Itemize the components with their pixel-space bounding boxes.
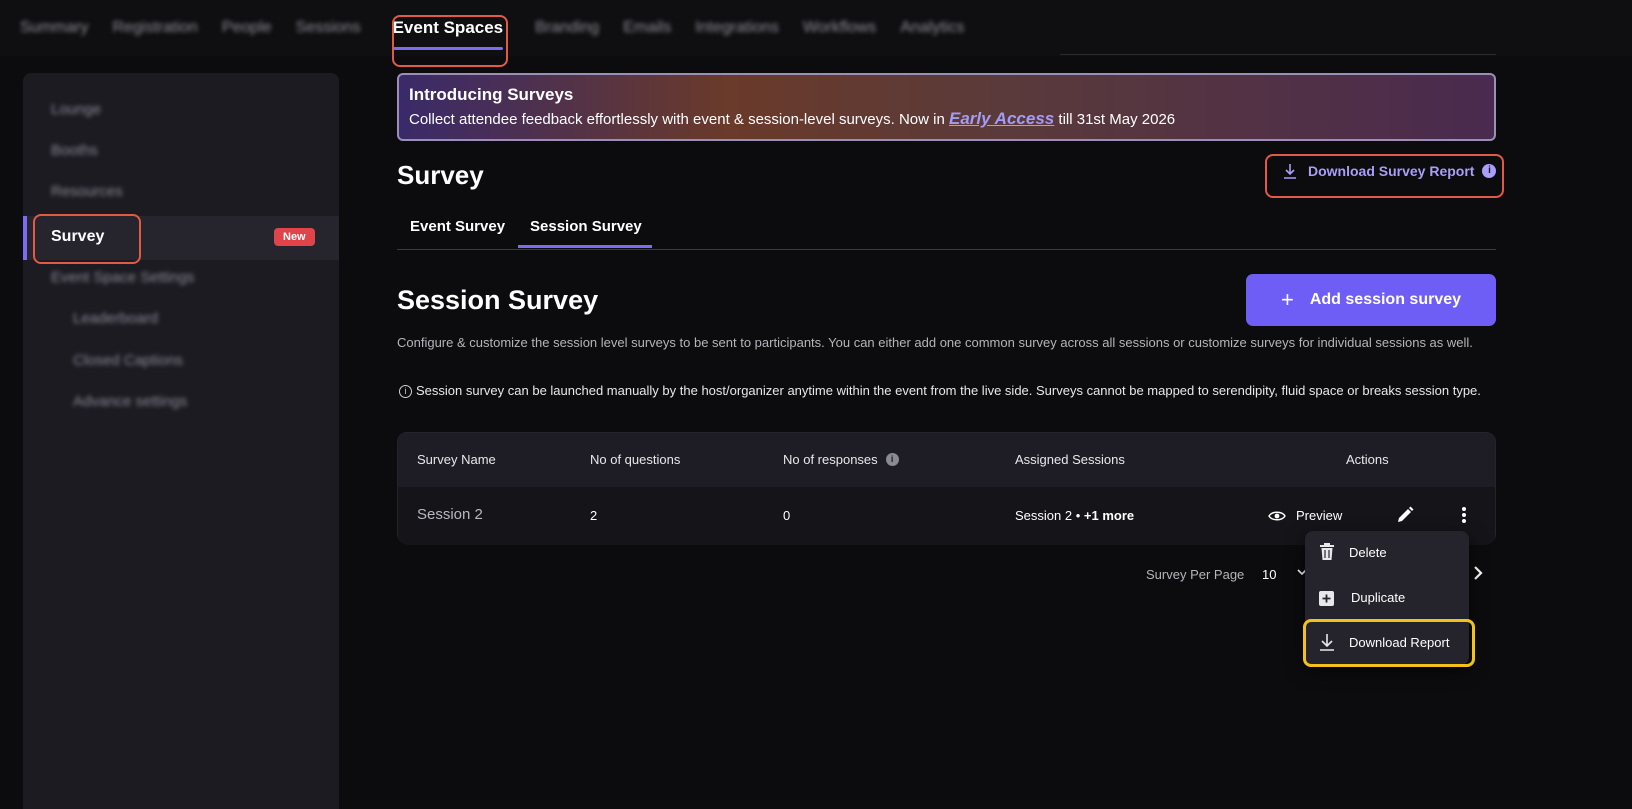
cell-responses: 0 — [783, 508, 791, 523]
duplicate-icon — [1319, 591, 1334, 606]
survey-tabs: Event Survey Session Survey — [397, 205, 1496, 250]
chevron-right-icon[interactable] — [1472, 565, 1484, 581]
top-nav-items: Summary Registration People Sessions Eve… — [20, 0, 988, 56]
sidebar-active-bar — [23, 216, 27, 260]
info-circle-icon: i — [399, 385, 412, 398]
page-title: Survey — [397, 160, 484, 190]
sidebar-item-label: Survey — [51, 228, 105, 245]
tab-session-survey[interactable]: Session Survey — [530, 218, 642, 235]
menu-item-duplicate[interactable]: Duplicate — [1305, 576, 1469, 618]
header-assigned-sessions: Assigned Sessions — [1015, 452, 1125, 467]
download-survey-report-label: Download Survey Report — [1308, 163, 1475, 179]
sidebar-item-resources[interactable]: Resources — [51, 183, 123, 200]
pager-label: Survey Per Page — [1146, 567, 1245, 582]
section-title: Session Survey — [397, 285, 599, 315]
section-description: Configure & customize the session level … — [397, 335, 1473, 350]
sidebar-item-booths[interactable]: Booths — [51, 142, 98, 159]
sidebar-item-event-space-settings[interactable]: Event Space Settings — [51, 269, 194, 286]
add-session-survey-button[interactable]: + Add session survey — [1246, 274, 1496, 326]
sidebar-item-advance-settings[interactable]: Advance settings — [73, 393, 187, 410]
download-icon — [1284, 164, 1296, 179]
header-no-of-responses-label: No of responses — [783, 452, 878, 467]
sidebar-item-leaderboard[interactable]: Leaderboard — [73, 310, 158, 327]
tab-sessions[interactable]: Sessions — [296, 19, 361, 37]
survey-table: Survey Name No of questions No of respon… — [397, 432, 1496, 545]
section-note: i Session survey can be launched manuall… — [399, 382, 1489, 400]
banner-title: Introducing Surveys — [409, 85, 574, 104]
sidebar-item-survey[interactable]: Survey New — [23, 216, 339, 260]
cell-questions: 2 — [590, 508, 598, 523]
header-actions: Actions — [1346, 452, 1389, 467]
active-tab-underline — [518, 245, 652, 248]
nav-divider — [1060, 54, 1496, 55]
sidebar-item-closed-captions[interactable]: Closed Captions — [73, 352, 183, 369]
tab-event-survey[interactable]: Event Survey — [410, 218, 505, 235]
preview-button[interactable]: Preview — [1268, 508, 1342, 523]
tab-event-spaces[interactable]: Event Spaces — [385, 18, 512, 50]
menu-item-label: Download Report — [1349, 634, 1450, 650]
sidebar-item-lounge[interactable]: Lounge — [51, 101, 101, 118]
banner-text-after: till 31st May 2026 — [1058, 111, 1176, 128]
tab-workflows[interactable]: Workflows — [803, 19, 877, 37]
plus-icon: + — [1280, 287, 1294, 312]
row-actions-menu: Delete Duplicate Download Report — [1305, 531, 1469, 665]
pencil-icon[interactable] — [1395, 505, 1415, 525]
eye-icon — [1268, 511, 1286, 520]
table-header: Survey Name No of questions No of respon… — [398, 433, 1495, 487]
responses-info-icon[interactable]: i — [885, 453, 899, 466]
more-vertical-icon[interactable] — [1460, 505, 1468, 525]
header-survey-name: Survey Name — [417, 452, 496, 467]
early-access-link[interactable]: Early Access — [949, 109, 1054, 128]
tab-emails[interactable]: Emails — [623, 19, 671, 37]
per-page-select[interactable]: 10 — [1262, 567, 1276, 582]
cell-assigned-sessions: Session 2 • +1 more — [1015, 508, 1134, 523]
menu-item-label: Delete — [1349, 544, 1387, 560]
new-badge: New — [274, 228, 315, 246]
header-no-of-responses: No of responses i — [783, 452, 899, 467]
tab-people[interactable]: People — [222, 19, 272, 37]
preview-label: Preview — [1296, 508, 1343, 523]
menu-item-label: Duplicate — [1351, 589, 1406, 605]
intro-banner: Introducing Surveys Collect attendee fee… — [397, 73, 1496, 141]
sidebar: Lounge Booths Resources Survey New Event… — [23, 73, 339, 809]
header-no-of-questions: No of questions — [590, 452, 681, 467]
banner-text: Collect attendee feedback effortlessly w… — [409, 109, 1484, 129]
tab-analytics[interactable]: Analytics — [900, 19, 964, 37]
more-sessions-link[interactable]: +1 more — [1084, 508, 1134, 523]
trash-icon — [1320, 543, 1334, 560]
tab-summary[interactable]: Summary — [20, 19, 88, 37]
assigned-session-text: Session 2 • — [1015, 508, 1081, 523]
download-icon — [1320, 634, 1334, 651]
banner-text-before: Collect attendee feedback effortlessly w… — [409, 111, 945, 128]
cell-survey-name: Session 2 — [417, 506, 483, 523]
note-text: Session survey can be launched manually … — [416, 383, 1481, 398]
tab-integrations[interactable]: Integrations — [695, 19, 779, 37]
download-survey-report-button[interactable]: Download Survey Report i — [1282, 162, 1497, 180]
top-nav: Summary Registration People Sessions Eve… — [0, 0, 1632, 56]
info-icon[interactable]: i — [1482, 164, 1497, 178]
menu-item-download-report[interactable]: Download Report — [1305, 621, 1469, 663]
menu-item-delete[interactable]: Delete — [1305, 531, 1469, 573]
tab-registration[interactable]: Registration — [112, 19, 197, 37]
add-session-survey-label: Add session survey — [1309, 291, 1462, 308]
tab-branding[interactable]: Branding — [535, 19, 599, 37]
